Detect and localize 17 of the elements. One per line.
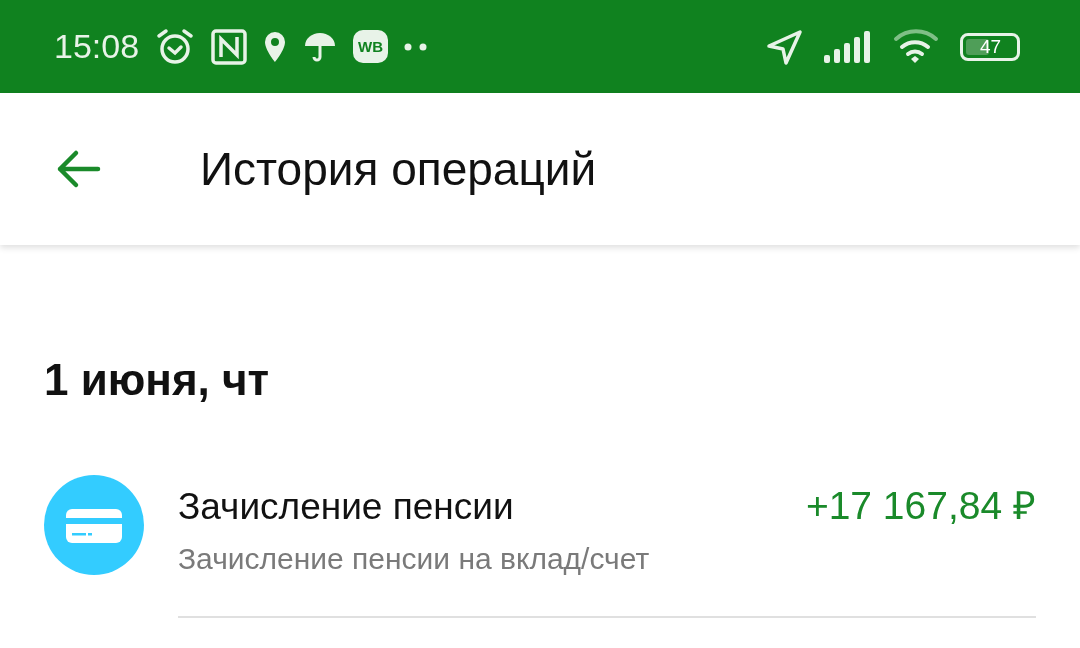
date-heading: 1 июня, чт [44,355,271,405]
status-time: 15:08 [54,27,140,66]
location-pin-icon [263,29,288,64]
operation-amount: +17 167,84 ₽ [805,483,1036,529]
signal-icon [824,30,872,63]
navigation-arrow-icon [766,27,804,66]
battery-percent: 47 [980,35,1002,58]
wifi-icon [892,28,940,65]
alarm-clock-icon [155,26,196,67]
screen-title: История операций [200,142,597,196]
app-badge: WB [353,30,389,63]
operation-description: Зачисление пенсии на вклад/счет [178,542,651,576]
operation-title: Зачисление пенсии [178,486,514,528]
more-notifications-icon [404,41,429,52]
nfc-icon [211,28,248,65]
operation-item[interactable]: Зачисление пенсии +17 167,84 ₽ Зачисление пенсии на вклад/счет [44,475,1036,618]
card-icon [44,475,144,575]
